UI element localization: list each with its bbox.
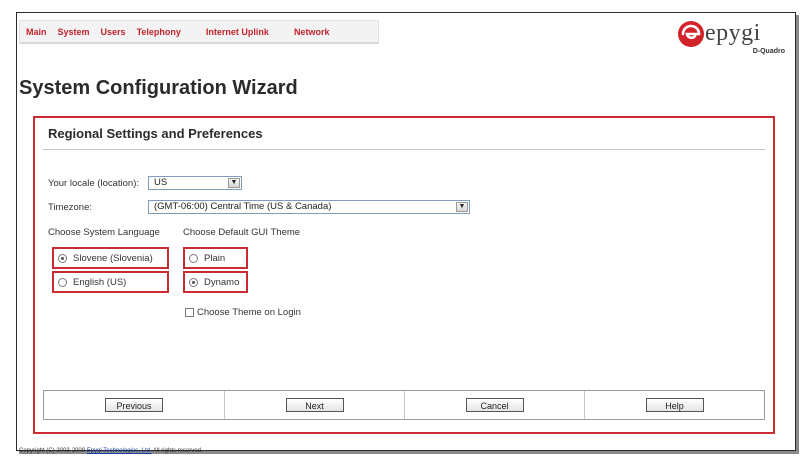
next-button[interactable]: Next: [285, 398, 344, 412]
wizard-button-bar: Previous Next Cancel Help: [43, 390, 765, 420]
locale-label: Your locale (location):: [48, 178, 140, 189]
epygi-logo-icon: [678, 21, 704, 47]
theme-option-plain[interactable]: Plain: [183, 247, 248, 269]
help-button[interactable]: Help: [645, 398, 704, 412]
timezone-value: (GMT-06:00) Central Time (US & Canada): [154, 201, 332, 212]
top-navigation: Main System Users Telephony Internet Upl…: [19, 20, 379, 44]
nav-telephony[interactable]: Telephony: [137, 27, 181, 37]
language-option-slovene[interactable]: Slovene (Slovenia): [52, 247, 169, 269]
nav-system[interactable]: System: [58, 27, 90, 37]
nav-internet-uplink[interactable]: Internet Uplink: [206, 27, 269, 37]
epygi-logo: epygi D-Quadro: [677, 18, 787, 58]
company-link[interactable]: Epygi Technologies, Ltd.: [87, 448, 152, 454]
logo-brand-text: epygi: [705, 20, 761, 46]
timezone-select[interactable]: (GMT-06:00) Central Time (US & Canada) ▼: [148, 200, 470, 214]
copyright-prefix: Copyright (C) 2003-2009: [19, 448, 87, 454]
panel-title: Regional Settings and Preferences: [48, 126, 263, 141]
theme-on-login-option[interactable]: Choose Theme on Login: [185, 307, 301, 318]
logo-product-text: D-Quadro: [752, 48, 785, 55]
gui-theme-label: Choose Default GUI Theme: [183, 227, 301, 238]
copyright-footer: Copyright (C) 2003-2009 Epygi Technologi…: [19, 448, 203, 454]
theme-option-label: Plain: [204, 252, 226, 264]
previous-button[interactable]: Previous: [105, 398, 163, 412]
radio-english[interactable]: [58, 277, 67, 287]
theme-on-login-checkbox[interactable]: [185, 308, 194, 317]
panel-divider: [43, 149, 765, 150]
theme-option-dynamo[interactable]: Dynamo: [183, 271, 248, 293]
wizard-panel: Regional Settings and Preferences Your l…: [33, 116, 775, 434]
theme-option-label: Dynamo: [204, 276, 240, 288]
nav-network[interactable]: Network: [294, 27, 330, 37]
language-option-english[interactable]: English (US): [52, 271, 169, 293]
page-title: System Configuration Wizard: [19, 77, 298, 99]
radio-slovene[interactable]: [58, 253, 67, 263]
cancel-button[interactable]: Cancel: [465, 398, 524, 412]
theme-on-login-label: Choose Theme on Login: [197, 307, 301, 318]
locale-value: US: [154, 177, 168, 188]
copyright-suffix: All rights reserved.: [151, 448, 203, 454]
locale-select[interactable]: US ▼: [148, 176, 242, 190]
system-language-label: Choose System Language: [48, 227, 160, 238]
chevron-down-icon[interactable]: ▼: [228, 178, 240, 188]
language-option-label: English (US): [73, 276, 127, 288]
language-option-label: Slovene (Slovenia): [73, 252, 153, 264]
timezone-label: Timezone:: [48, 202, 92, 213]
radio-plain[interactable]: [189, 253, 198, 263]
chevron-down-icon[interactable]: ▼: [456, 202, 468, 212]
radio-dynamo[interactable]: [189, 277, 198, 287]
nav-users[interactable]: Users: [101, 27, 126, 37]
nav-main[interactable]: Main: [26, 27, 47, 37]
